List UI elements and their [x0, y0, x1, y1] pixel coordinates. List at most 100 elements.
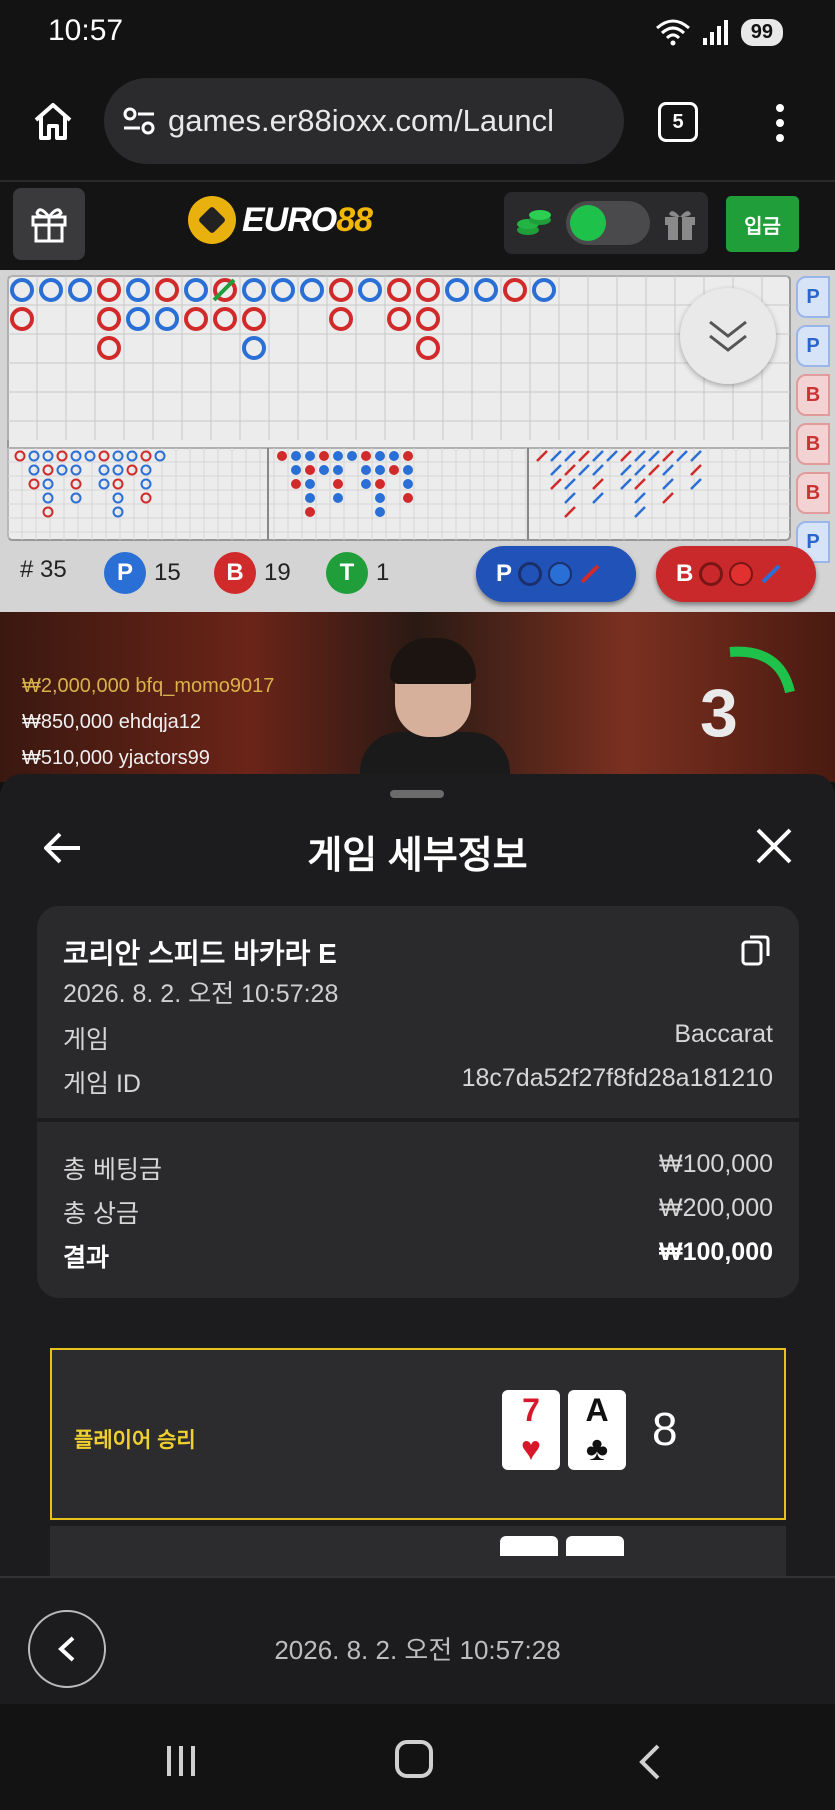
game-name: 코리안 스피드 바카라 E	[63, 938, 337, 969]
winner-row: ₩850,000 ehdqja12	[22, 711, 202, 733]
bead-mark	[361, 479, 371, 489]
roadmap-grid	[7, 275, 791, 541]
bead-mark	[333, 493, 343, 503]
bead-mark	[291, 465, 301, 475]
bead-mark	[291, 451, 301, 461]
more-menu-icon[interactable]	[770, 100, 790, 150]
game-details-sheet: 게임 세부정보 코리안 스피드 바카라 E 2026. 8. 2. 오전 10:…	[0, 774, 835, 1704]
player-stat: P 15	[104, 552, 181, 594]
bead-mark	[375, 479, 385, 489]
round-datetime: 2026. 8. 2. 오전 10:57:28	[274, 1635, 561, 1665]
total-bet-row: 총 베팅금 ₩100,000	[63, 1150, 773, 1184]
round-navigation: 2026. 8. 2. 오전 10:57:28	[0, 1576, 835, 1704]
recent-apps-icon[interactable]	[163, 1744, 199, 1778]
side-result-pill: P	[796, 325, 830, 367]
bead-mark	[305, 479, 315, 489]
back-nav-icon[interactable]	[636, 1742, 662, 1782]
deposit-button[interactable]: 입금	[726, 196, 799, 252]
sheet-handle[interactable]	[390, 790, 444, 798]
browser-toolbar: games.er88ioxx.com/Launcl 5	[0, 64, 835, 182]
roadmap-panel	[7, 275, 791, 541]
tab-switcher-button[interactable]: 5	[658, 102, 698, 142]
dealer-image	[360, 632, 510, 782]
side-results: P P B B B P	[796, 276, 835, 570]
gift-box-icon[interactable]	[662, 206, 698, 242]
bead-mark	[305, 493, 315, 503]
site-settings-icon[interactable]	[122, 106, 156, 136]
bead-mark	[333, 465, 343, 475]
side-result-pill: B	[796, 423, 830, 465]
status-bar: 10:57 99	[0, 0, 835, 64]
bead-mark	[375, 465, 385, 475]
playing-card: A ♣	[568, 1390, 626, 1470]
home-nav-button[interactable]	[395, 1740, 433, 1778]
promotions-button[interactable]	[13, 188, 85, 260]
live-video[interactable]: ₩2,000,000 bfq_momo9017 ₩850,000 ehdqja1…	[0, 612, 835, 782]
bead-mark	[305, 451, 315, 461]
bead-mark	[389, 451, 399, 461]
casino-header: EURO88 입금	[0, 182, 835, 270]
player-predict-button[interactable]: P	[476, 546, 636, 602]
bead-mark	[319, 465, 329, 475]
header-controls	[504, 192, 708, 254]
playing-card: 7 ♥	[502, 1390, 560, 1470]
tie-stat: T1	[326, 552, 389, 594]
gift-icon	[31, 208, 67, 243]
sound-toggle[interactable]	[566, 201, 650, 245]
banker-predict-button[interactable]: B	[656, 546, 816, 602]
baccarat-roadmap: P P B B B P # 35 P 15 B 19 T1 P B	[0, 270, 835, 612]
soccer-ball-icon	[188, 196, 236, 244]
bead-mark	[291, 479, 301, 489]
bead-mark	[375, 451, 385, 461]
wifi-icon	[655, 19, 690, 46]
result-row: 결과 ₩100,000	[63, 1238, 773, 1272]
bead-mark	[319, 451, 329, 461]
side-result-pill: B	[796, 472, 830, 514]
winner-row: ₩2,000,000 bfq_momo9017	[22, 675, 275, 697]
bead-mark	[403, 493, 413, 503]
close-icon[interactable]	[754, 826, 794, 866]
game-info-card: 코리안 스피드 바카라 E 2026. 8. 2. 오전 10:57:28 게임…	[37, 906, 799, 1298]
bead-mark	[333, 479, 343, 489]
bead-mark	[361, 451, 371, 461]
side-result-pill: P	[796, 276, 830, 318]
system-navigation-bar	[0, 1704, 835, 1810]
banker-stat: B 19	[214, 552, 291, 594]
chevron-down-icon	[709, 320, 747, 352]
bead-mark	[305, 465, 315, 475]
player-hand: 플레이어 승리 7 ♥ A ♣ 8	[50, 1348, 786, 1520]
bead-mark	[375, 507, 385, 517]
bead-mark	[361, 465, 371, 475]
url-text: games.er88ioxx.com/Launcl	[168, 103, 554, 138]
bead-mark	[389, 465, 399, 475]
bead-mark	[403, 479, 413, 489]
copy-icon[interactable]	[741, 934, 771, 966]
bead-mark	[277, 451, 287, 461]
hand-score: 8	[652, 1403, 678, 1455]
expand-roadmap-button[interactable]	[680, 288, 776, 384]
winners-list: ₩2,000,000 bfq_momo9017 ₩850,000 ehdqja1…	[22, 668, 274, 776]
bead-mark	[347, 451, 357, 461]
bead-mark	[333, 451, 343, 461]
bead-mark	[403, 465, 413, 475]
bead-mark	[403, 451, 413, 461]
chips-icon[interactable]	[516, 208, 552, 238]
address-bar[interactable]: games.er88ioxx.com/Launcl	[104, 78, 624, 164]
clock: 10:57	[48, 14, 124, 47]
battery-indicator: 99	[740, 18, 783, 46]
countdown-timer: 3	[700, 675, 738, 751]
euro88-logo[interactable]: EURO88	[188, 196, 373, 244]
winner-row: ₩510,000 yjactors99	[22, 747, 210, 769]
game-datetime: 2026. 8. 2. 오전 10:57:28	[63, 980, 339, 1008]
sheet-title: 게임 세부정보	[307, 835, 528, 877]
side-result-pill: B	[796, 374, 830, 416]
bead-mark	[305, 507, 315, 517]
home-icon[interactable]	[32, 100, 74, 142]
total-win-row: 총 상금 ₩200,000	[63, 1194, 773, 1228]
signal-icon	[702, 20, 728, 45]
outcome-label: 플레이어 승리	[74, 1429, 196, 1452]
game-type-row: 게임 Baccarat	[63, 1020, 773, 1054]
round-count: # 35	[20, 556, 67, 583]
bead-mark	[375, 493, 385, 503]
game-id-row: 게임 ID 18c7da52f27f8fd28a181210	[63, 1064, 773, 1098]
